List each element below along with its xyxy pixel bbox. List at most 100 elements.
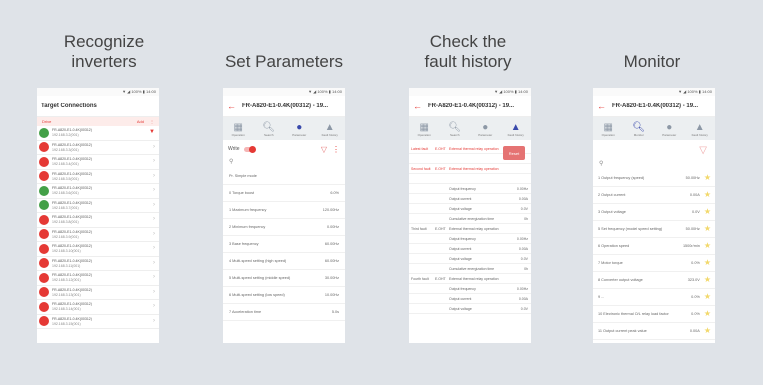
chevron-right-icon: ▼ bbox=[149, 129, 155, 135]
tool-operation[interactable]: ▦ Operation bbox=[594, 122, 622, 137]
inverter-list-item[interactable]: FR-A820-E1-0.4K(00312) 192.168.3.10(001) › bbox=[37, 242, 159, 257]
parameter-row[interactable]: 6 Multi-speed setting (low speed) 10.00Hz bbox=[223, 287, 345, 304]
chevron-right-icon: › bbox=[153, 245, 155, 251]
tool-fault-history[interactable]: ▲ Fault history bbox=[316, 122, 344, 137]
reset-button[interactable]: Reset bbox=[503, 146, 525, 160]
monitor-row[interactable]: 5 Set frequency (model speed setting) 50.… bbox=[593, 221, 715, 238]
parameter-row[interactable]: 7 Acceleration time 5.0s bbox=[223, 304, 345, 321]
monitor-row[interactable]: 3 Output voltage 0.0V ★ bbox=[593, 204, 715, 221]
status-dot bbox=[39, 316, 49, 326]
app-bar: ← FR-A820-E1-0.4K(00312) - 19... bbox=[409, 96, 531, 117]
tool-parameter[interactable]: ● Parameter bbox=[655, 122, 683, 137]
search-icon[interactable]: ⚲ bbox=[593, 160, 715, 170]
inverter-list-item[interactable]: FR-A820-E1-0.4K(00312) 192.168.3.9(001) › bbox=[37, 228, 159, 242]
monitor-row[interactable]: 1 Output frequency (speed) 50.00Hz ★ bbox=[593, 170, 715, 187]
parameter-label: Pr. Simple mode bbox=[229, 174, 257, 178]
inverter-ip: 192.168.3.13(001) bbox=[52, 292, 81, 297]
monitor-row[interactable]: 9 ... 0.0% ★ bbox=[593, 289, 715, 306]
star-icon[interactable]: ★ bbox=[704, 225, 711, 233]
tool-operation[interactable]: ▦ Operation bbox=[224, 122, 252, 137]
fault-order: Third fault bbox=[411, 226, 427, 231]
inverter-list-item[interactable]: FR-A820-E1-0.4K(00312) 192.168.3.5(001) › bbox=[37, 170, 159, 184]
filter-icon[interactable]: ▽ bbox=[593, 140, 715, 160]
status-dot bbox=[39, 258, 49, 268]
monitor-row[interactable]: 6 Operation speed 1500r/min ★ bbox=[593, 238, 715, 255]
back-arrow-icon[interactable]: ← bbox=[413, 101, 422, 111]
monitor-row[interactable]: 10 Electronic thermal O/L relay load fac… bbox=[593, 306, 715, 323]
parameter-row[interactable]: 5 Multi-speed setting (middle speed) 30.0… bbox=[223, 270, 345, 287]
drive-tab[interactable]: Drive bbox=[42, 119, 51, 124]
inverter-ip: 192.168.3.5(001) bbox=[52, 176, 79, 181]
inverter-list-item[interactable]: FR-A820-E1-0.4K(00312) 192.168.3.8(001) › bbox=[37, 213, 159, 228]
back-arrow-icon[interactable]: ← bbox=[227, 101, 236, 111]
tool-search[interactable]: 🔍︎ Search bbox=[255, 122, 283, 137]
fault-code: E.OHT bbox=[435, 276, 446, 281]
monitor-value: 0.00A bbox=[689, 193, 700, 197]
star-icon[interactable]: ★ bbox=[704, 293, 711, 301]
inverter-list-item[interactable]: FR-A820-E1-0.4K(00312) 192.168.3.14(001) › bbox=[37, 300, 159, 315]
add-button[interactable]: Add bbox=[137, 119, 144, 124]
fault-row: Fourth fault E.OHT External thermal relay … bbox=[409, 274, 531, 284]
search-icon[interactable]: ⚲ bbox=[223, 158, 345, 168]
monitor-row[interactable]: 11 Output current peak value 0.00A ★ bbox=[593, 323, 715, 340]
parameter-value: 0.00Hz bbox=[326, 225, 339, 229]
parameter-value: 10.00Hz bbox=[324, 293, 339, 297]
inverter-list-item[interactable]: FR-A820-E1-0.4K(00312) 192.168.3.6(001) › bbox=[37, 184, 159, 199]
parameter-row[interactable]: 0 Torque boost 6.0% bbox=[223, 185, 345, 202]
star-icon[interactable]: ★ bbox=[704, 276, 711, 284]
parameter-row[interactable]: 4 Multi-speed setting (high speed) 60.00H… bbox=[223, 253, 345, 270]
write-toggle[interactable] bbox=[243, 145, 256, 153]
fault-order: Fourth fault bbox=[411, 276, 429, 281]
monitor-row[interactable]: 2 Output current 0.00A ★ bbox=[593, 187, 715, 204]
parameter-row[interactable]: Pr. Simple mode bbox=[223, 168, 345, 185]
tool-parameter[interactable]: ● Parameter bbox=[285, 122, 313, 137]
star-icon[interactable]: ★ bbox=[704, 327, 711, 335]
parameter-label: 7 Acceleration time bbox=[229, 310, 262, 314]
app-bar: ← FR-A820-E1-0.4K(00312) - 19... bbox=[593, 96, 715, 117]
parameter-row[interactable]: 2 Minimum frequency 0.00Hz bbox=[223, 219, 345, 236]
parameter-row[interactable]: 3 Base frequency 60.00Hz bbox=[223, 236, 345, 253]
inverter-list-item[interactable]: FR-A820-E1-0.4K(00312) 192.168.3.13(001) › bbox=[37, 286, 159, 300]
monitor-value: 323.0V bbox=[687, 278, 700, 282]
inverter-ip: 192.168.3.11(001) bbox=[52, 263, 81, 268]
star-icon[interactable]: ★ bbox=[704, 242, 711, 250]
parameter-value: 5.0s bbox=[331, 310, 339, 314]
inverter-list-item[interactable]: FR-A820-E1-0.4K(00312) 192.168.3.3(001) › bbox=[37, 141, 159, 155]
tool-operation[interactable]: ▦ Operation bbox=[410, 122, 438, 137]
fault-order: Second fault bbox=[411, 166, 431, 171]
inverter-list-item[interactable]: FR-A820-E1-0.4K(00312) 192.168.3.2(001) ▼ bbox=[37, 126, 159, 141]
star-icon[interactable]: ★ bbox=[704, 310, 711, 318]
parameter-row[interactable]: 1 Maximum frequency 120.00Hz bbox=[223, 202, 345, 219]
star-icon[interactable]: ★ bbox=[704, 208, 711, 216]
star-icon[interactable]: ★ bbox=[704, 259, 711, 267]
inverter-name: FR-A820-E1-0.4K(00312) bbox=[52, 142, 92, 147]
filter-icon[interactable]: ▽ bbox=[321, 145, 327, 154]
monitor-value: 0.0% bbox=[691, 261, 700, 265]
fault-item: Output voltage bbox=[449, 306, 472, 311]
chevron-right-icon: › bbox=[153, 158, 155, 164]
inverter-list-item[interactable]: FR-A820-E1-0.4K(00312) 192.168.3.7(001) › bbox=[37, 199, 159, 213]
status-dot bbox=[39, 287, 49, 297]
tool-fault-history[interactable]: ▲ Fault history bbox=[502, 122, 530, 137]
tool-fault-history[interactable]: ▲ Fault history bbox=[686, 122, 714, 137]
star-icon[interactable]: ★ bbox=[704, 174, 711, 182]
monitor-label: 1 Output frequency (speed) bbox=[598, 176, 645, 180]
monitor-row[interactable]: 7 Motor torque 0.0% ★ bbox=[593, 255, 715, 272]
chevron-right-icon: › bbox=[153, 274, 155, 280]
fault-code: E.OHT bbox=[435, 146, 446, 151]
back-arrow-icon[interactable]: ← bbox=[597, 101, 606, 111]
tool-monitor[interactable]: 🔍︎ Monitor bbox=[625, 122, 653, 137]
status-dot bbox=[39, 185, 49, 196]
inverter-list-item[interactable]: FR-A820-E1-0.4K(00312) 192.168.3.4(001) › bbox=[37, 155, 159, 170]
status-dot bbox=[39, 229, 49, 239]
star-icon[interactable]: ★ bbox=[704, 191, 711, 199]
inverter-list-item[interactable]: FR-A820-E1-0.4K(00312) 192.168.3.15(001) › bbox=[37, 315, 159, 329]
inverter-list-item[interactable]: FR-A820-E1-0.4K(00312) 192.168.3.12(001) › bbox=[37, 271, 159, 286]
monitor-row[interactable]: 8 Converter output voltage 323.0V ★ bbox=[593, 272, 715, 289]
operation-icon: ▦ bbox=[419, 121, 429, 133]
more-icon[interactable]: ⋮ bbox=[332, 145, 340, 154]
tool-parameter[interactable]: ● Parameter bbox=[471, 122, 499, 137]
more-icon[interactable]: ⋮ bbox=[150, 119, 154, 124]
inverter-list-item[interactable]: FR-A820-E1-0.4K(00312) 192.168.3.11(001) › bbox=[37, 257, 159, 271]
tool-search[interactable]: 🔍︎ Search bbox=[441, 122, 469, 137]
